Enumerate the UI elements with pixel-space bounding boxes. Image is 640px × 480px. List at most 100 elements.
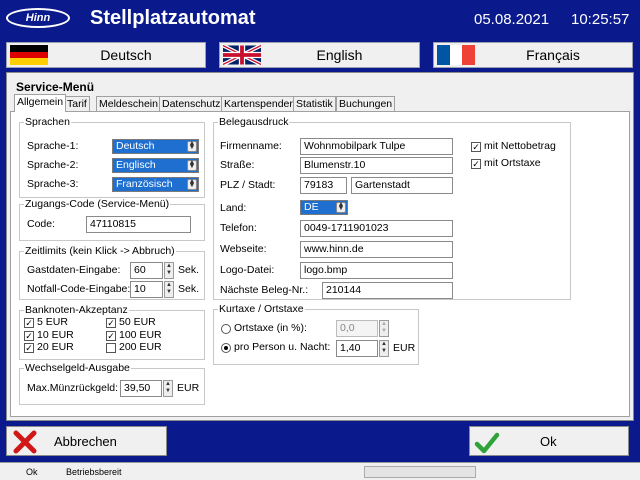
banknote-10-checkbox[interactable]: ✓ [24, 331, 34, 341]
date-display: 05.08.2021 [474, 11, 550, 28]
spinner-arrows-icon[interactable]: ▲ ▼ [379, 320, 389, 337]
tourist-tax-group: Kurtaxe / Ortstaxe Ortstaxe (in %): 0,0 … [213, 303, 419, 365]
group-legend: Zeitlimits (kein Klick -> Abbruch) [24, 245, 176, 257]
language-label: Deutsch [100, 47, 152, 63]
status-text: Betriebsbereit [66, 467, 122, 477]
tab-statistik[interactable]: Statistik [293, 96, 336, 111]
banknote-label: 100 EUR [119, 329, 162, 341]
receipt-print-group: Belegausdruck Firmenname: Wohnmobilpark … [213, 116, 571, 300]
percent-tax-input[interactable]: 0,0 [336, 320, 378, 337]
time-display: 10:25:57 [571, 11, 630, 28]
language-1-select[interactable]: Deutsch ▲ ▼ [112, 139, 199, 154]
spinner-arrows-icon[interactable]: ▲ ▼ [163, 380, 173, 397]
red-x-icon [13, 430, 37, 454]
banknote-200-checkbox[interactable] [106, 343, 116, 353]
change-output-group: Wechselgeld-Ausgabe Max.Münzrückgeld: 39… [19, 362, 205, 405]
language-button-english[interactable]: English [219, 42, 420, 68]
banknotes-group: Banknoten-Akzeptanz ✓ 5 EUR ✓ 50 EUR ✓ 1… [19, 304, 205, 360]
phone-input[interactable]: 0049-1711901023 [300, 220, 453, 237]
updown-arrow-icon: ▲ ▼ [187, 159, 197, 171]
country-label: Land: [220, 202, 247, 214]
language-2-select[interactable]: Englisch ▲ ▼ [112, 158, 199, 173]
spinner-arrows-icon[interactable]: ▲ ▼ [164, 262, 174, 279]
access-code-group: Zugangs-Code (Service-Menü) Code: 471108… [19, 198, 205, 241]
tab-tarif[interactable]: Tarif [64, 96, 90, 111]
group-legend: Sprachen [24, 116, 71, 128]
uk-flag-icon [223, 45, 261, 65]
street-label: Straße: [220, 159, 255, 171]
emergency-code-timeout-input[interactable]: 10 [130, 281, 163, 298]
max-coin-change-label: Max.Münzrückgeld: [27, 382, 119, 394]
language-1-label: Sprache-1: [27, 140, 79, 152]
spinner-arrows-icon[interactable]: ▲ ▼ [164, 281, 174, 298]
app-title: Stellplatzautomat [90, 7, 256, 29]
group-legend: Zugangs-Code (Service-Menü) [24, 198, 171, 210]
currency-unit: EUR [393, 342, 416, 354]
banknote-label: 200 EUR [119, 341, 162, 353]
service-menu-title: Service-Menü [16, 80, 95, 94]
language-button-french[interactable]: Français [433, 42, 633, 68]
group-legend: Banknoten-Akzeptanz [24, 304, 129, 316]
local-tax-label: mit Ortstaxe [484, 157, 541, 169]
updown-arrow-icon: ▲ ▼ [336, 201, 346, 213]
group-legend: Wechselgeld-Ausgabe [24, 362, 131, 374]
city-input[interactable]: Gartenstadt [351, 177, 453, 194]
banknote-20-checkbox[interactable]: ✓ [24, 343, 34, 353]
max-coin-change-input[interactable]: 39,50 [120, 380, 162, 397]
next-receipt-number-label: Nächste Beleg-Nr.: [220, 284, 309, 296]
currency-unit: EUR [177, 382, 200, 394]
tab-buchungen[interactable]: Buchungen [336, 96, 396, 111]
zip-city-label: PLZ / Stadt: [220, 179, 276, 191]
tab-content: Sprachen Sprache-1: Deutsch ▲ ▼ Sprache-2:… [10, 111, 630, 417]
status-progress-bar [364, 466, 476, 478]
emergency-code-timeout-label: Notfall-Code-Eingabe: [27, 283, 131, 295]
phone-label: Telefon: [220, 222, 257, 234]
tab-meldeschein[interactable]: Meldeschein [96, 96, 161, 111]
tab-allgemein[interactable]: Allgemein [14, 94, 67, 112]
company-name-input[interactable]: Wohnmobilpark Tulpe [300, 138, 453, 155]
group-legend: Belegausdruck [218, 116, 290, 128]
logo-file-input[interactable]: logo.bmp [300, 262, 453, 279]
status-ok-text: Ok [26, 467, 38, 477]
ok-button-label: Ok [540, 434, 557, 449]
access-code-input[interactable]: 47110815 [86, 216, 191, 233]
banknote-5-checkbox[interactable]: ✓ [24, 318, 34, 328]
cancel-button[interactable]: Abbrechen [6, 426, 167, 456]
timeouts-group: Zeitlimits (kein Klick -> Abbruch) Gastd… [19, 245, 205, 300]
cancel-button-label: Abbrechen [54, 434, 117, 449]
access-code-label: Code: [27, 218, 56, 230]
zip-input[interactable]: 79183 [300, 177, 347, 194]
language-button-german[interactable]: Deutsch [6, 42, 206, 68]
company-logo: Hinn [6, 8, 70, 28]
country-select[interactable]: DE ▲ ▼ [300, 200, 348, 215]
net-amount-checkbox[interactable]: ✓ [471, 142, 481, 152]
banknote-label: 50 EUR [119, 316, 156, 328]
net-amount-label: mit Nettobetrag [484, 140, 556, 152]
language-label: English [316, 47, 363, 63]
updown-arrow-icon: ▲ ▼ [187, 178, 197, 190]
seconds-unit: Sek. [178, 283, 200, 295]
guest-data-timeout-input[interactable]: 60 [130, 262, 163, 279]
title-bar: Hinn Stellplatzautomat 05.08.2021 10:25:… [0, 0, 640, 38]
percent-tax-radio[interactable] [221, 324, 231, 334]
local-tax-checkbox[interactable]: ✓ [471, 159, 481, 169]
language-3-select[interactable]: Französisch ▲ ▼ [112, 177, 199, 192]
next-receipt-number-input[interactable]: 210144 [322, 282, 453, 299]
per-person-tax-radio[interactable] [221, 343, 231, 353]
banknote-100-checkbox[interactable]: ✓ [106, 331, 116, 341]
logo-file-label: Logo-Datei: [220, 264, 275, 276]
per-person-tax-input[interactable]: 1,40 [336, 340, 378, 357]
updown-arrow-icon: ▲ ▼ [187, 140, 197, 152]
spinner-arrows-icon[interactable]: ▲ ▼ [379, 340, 389, 357]
percent-tax-label: Ortstaxe (in %): [234, 322, 307, 334]
ok-button[interactable]: Ok [469, 426, 629, 456]
website-input[interactable]: www.hinn.de [300, 241, 453, 258]
seconds-unit: Sek. [178, 264, 200, 276]
tab-datenschutz[interactable]: Datenschutz [159, 96, 224, 111]
banknote-50-checkbox[interactable]: ✓ [106, 318, 116, 328]
french-flag-icon [437, 45, 475, 65]
tab-kartenspender[interactable]: Kartenspender [221, 96, 296, 111]
street-input[interactable]: Blumenstr.10 [300, 157, 453, 174]
language-label: Français [526, 47, 580, 63]
languages-group: Sprachen Sprache-1: Deutsch ▲ ▼ Sprache-2:… [19, 116, 205, 198]
